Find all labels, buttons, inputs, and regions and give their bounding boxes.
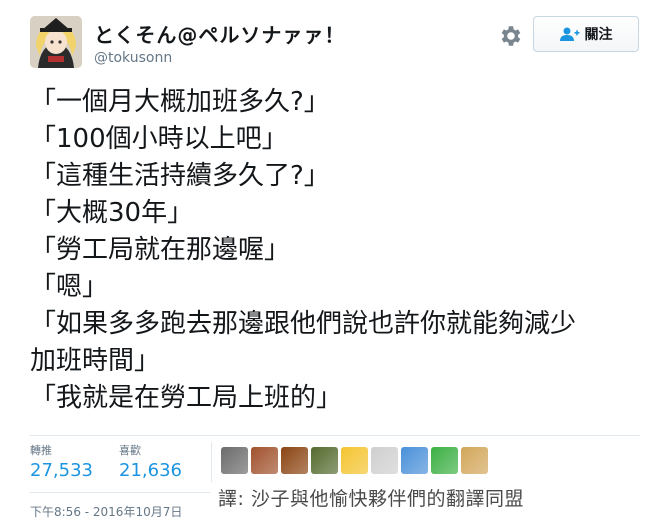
tweet-line: 「這種生活持續多久了?」 [30, 161, 330, 191]
liker-avatar-3[interactable] [281, 447, 308, 474]
translation-caption: 譯: 沙子與他愉快夥伴們的翻譯同盟 [218, 488, 524, 510]
follow-button-label: 關注 [584, 27, 613, 43]
retweets-count[interactable]: 27,533 [30, 460, 93, 481]
liker-avatar-8[interactable] [431, 447, 458, 474]
stats-separator [211, 442, 212, 482]
gear-icon[interactable] [497, 23, 523, 49]
likes-label: 喜歡 [119, 444, 141, 457]
tweet-text: 「一個月大概加班多久?」 「100個小時以上吧」 「這種生活持續多久了?」 「大… [30, 84, 640, 417]
tweet-timestamp[interactable]: 下午8:56 - 2016年10月7日 [30, 503, 182, 520]
tweet-line: 「勞工局就在那邊喔」 [30, 235, 291, 265]
avatar-image [30, 16, 82, 68]
tweet-line: 加班時間」 [30, 346, 161, 376]
liker-avatar-1[interactable] [221, 447, 248, 474]
tweet-line: 「100個小時以上吧」 [30, 124, 288, 154]
retweet-stat[interactable]: 轉推 27,533 [30, 442, 93, 481]
liker-avatar-4[interactable] [311, 447, 338, 474]
liker-avatar-7[interactable] [401, 447, 428, 474]
liker-avatar-5[interactable] [341, 447, 368, 474]
retweets-label: 轉推 [30, 444, 52, 457]
likes-count[interactable]: 21,636 [119, 460, 182, 481]
tweet-line: 「我就是在勞工局上班的」 [30, 383, 343, 413]
author-display-name[interactable]: とくそん@ペルソナァァ！ [94, 19, 345, 48]
stats-top-divider [30, 435, 640, 436]
liker-avatar-6[interactable] [371, 447, 398, 474]
tweet-line: 「大概30年」 [30, 198, 194, 228]
tweet-line: 「一個月大概加班多久?」 [30, 87, 330, 117]
follow-user-icon [559, 27, 579, 41]
stats-bottom-divider [30, 492, 210, 493]
liker-avatar-9[interactable] [461, 447, 488, 474]
tweet-line: 「如果多多跑去那邊跟他們說也許你就能夠減少 [30, 309, 577, 339]
follow-button[interactable]: 關注 [533, 16, 639, 52]
tweet-line: 「嗯」 [30, 272, 109, 302]
liker-avatars [221, 447, 488, 474]
likes-stat[interactable]: 喜歡 21,636 [119, 442, 182, 481]
liker-avatar-2[interactable] [251, 447, 278, 474]
author-handle[interactable]: @tokusonn [94, 50, 172, 66]
author-avatar[interactable] [30, 16, 82, 68]
